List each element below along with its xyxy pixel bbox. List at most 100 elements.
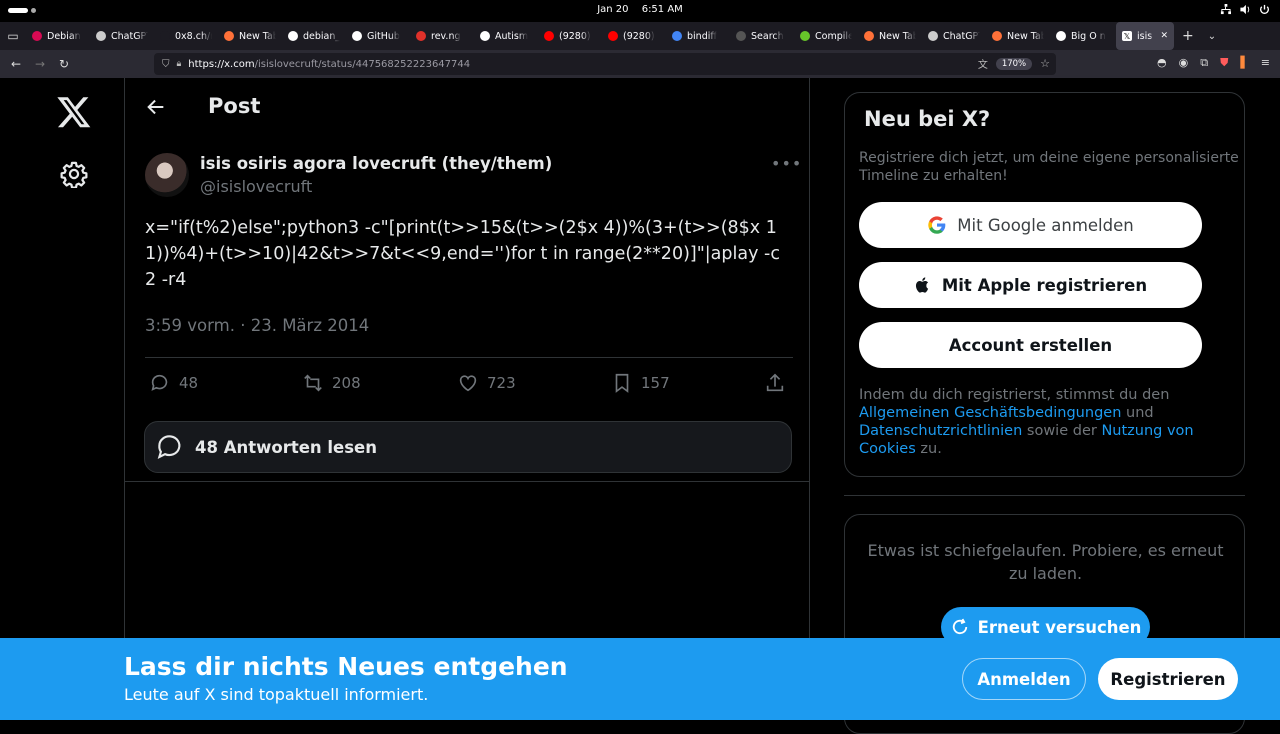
repost-count: 208 bbox=[332, 374, 361, 392]
tab-label: New Tab bbox=[879, 30, 916, 42]
share-button[interactable] bbox=[764, 372, 786, 394]
toolbar-extensions: ◓ ◉ ⧉ ⛊ ▌ ≡ bbox=[1157, 56, 1270, 70]
tweet-timestamp[interactable]: 3:59 vorm. · 23. März 2014 bbox=[145, 316, 369, 335]
menu-icon[interactable]: ≡ bbox=[1261, 56, 1270, 70]
tab-0[interactable]: Debian bbox=[26, 22, 90, 50]
signup-panel: Neu bei X? Registriere dich jetzt, um de… bbox=[844, 92, 1245, 477]
create-account-button[interactable]: Account erstellen bbox=[859, 322, 1202, 368]
youtube-icon bbox=[544, 31, 554, 41]
privacy-link[interactable]: Datenschutzrichtlinien bbox=[859, 423, 1022, 439]
author-name[interactable]: isis osiris agora lovecruft (they/them) bbox=[200, 154, 552, 173]
tab-11[interactable]: Search bbox=[730, 22, 794, 50]
clock-date: Jan 20 bbox=[597, 4, 629, 15]
tab-6[interactable]: rev.ng bbox=[410, 22, 474, 50]
terms-link[interactable]: Allgemeinen Geschäftsbedingungen bbox=[859, 405, 1121, 421]
ublock-icon[interactable]: ⛊ bbox=[1220, 56, 1228, 70]
tab-7[interactable]: Autism bbox=[474, 22, 538, 50]
divider bbox=[844, 495, 1245, 496]
tab-4[interactable]: debian_ bbox=[282, 22, 346, 50]
tab-overview-icon[interactable]: ▭ bbox=[0, 29, 26, 43]
left-navigation bbox=[0, 78, 124, 720]
signup-subtitle: Registriere dich jetzt, um deine eigene … bbox=[859, 150, 1239, 184]
tab-list-chevron-icon[interactable]: ⌄ bbox=[1208, 31, 1216, 42]
url-bar[interactable]: ⛉ 🔒︎ https://x.com/isislovecruft/status/… bbox=[154, 53, 1056, 75]
back-nav-icon[interactable]: ← bbox=[4, 57, 28, 71]
tab-12[interactable]: Compiler bbox=[794, 22, 858, 50]
reload-icon[interactable]: ↻ bbox=[52, 57, 76, 71]
tab-label: rev.ng bbox=[431, 30, 461, 42]
tab-15[interactable]: New Tab bbox=[986, 22, 1050, 50]
bookmark-star-icon[interactable]: ☆ bbox=[1040, 57, 1050, 70]
compiler-icon bbox=[800, 31, 810, 41]
tab-8[interactable]: (9280) bbox=[538, 22, 602, 50]
banner-title: Lass dir nichts Neues entgehen bbox=[124, 652, 568, 681]
clock-time: 6:51 AM bbox=[641, 4, 683, 15]
tab-1[interactable]: ChatGPT bbox=[90, 22, 154, 50]
divider bbox=[125, 481, 809, 482]
like-button[interactable]: 723 bbox=[457, 372, 516, 394]
translate-icon[interactable]: 文 bbox=[978, 56, 988, 71]
bookmark-button[interactable]: 157 bbox=[611, 372, 670, 394]
firefox-icon bbox=[992, 31, 1002, 41]
volume-icon bbox=[1240, 4, 1250, 15]
extensions-icon[interactable]: ⧉ bbox=[1200, 56, 1208, 70]
blank-icon bbox=[160, 31, 170, 41]
repost-button[interactable]: 208 bbox=[302, 372, 361, 394]
register-button[interactable]: Registrieren bbox=[1098, 658, 1238, 700]
tab-13[interactable]: New Tab bbox=[858, 22, 922, 50]
login-button[interactable]: Anmelden bbox=[962, 658, 1086, 700]
tab-14[interactable]: ChatGPT bbox=[922, 22, 986, 50]
url-text[interactable]: https://x.com/isislovecruft/status/44756… bbox=[188, 59, 470, 70]
extension-flag-icon[interactable]: ▌ bbox=[1240, 56, 1248, 70]
retry-label: Erneut versuchen bbox=[977, 617, 1142, 637]
site-info-icon[interactable]: ⛉ bbox=[162, 59, 170, 70]
google-signin-button[interactable]: Mit Google anmelden bbox=[859, 202, 1202, 248]
avatar[interactable] bbox=[145, 153, 189, 197]
new-tab-icon[interactable]: + bbox=[1182, 28, 1194, 44]
reply-count: 48 bbox=[179, 374, 199, 392]
system-tray[interactable] bbox=[1220, 4, 1270, 15]
clock[interactable]: Jan 20 6:51 AM bbox=[0, 4, 1280, 15]
settings-gear-icon[interactable] bbox=[60, 160, 88, 188]
tab-9[interactable]: (9280) bbox=[602, 22, 666, 50]
power-icon bbox=[1259, 4, 1270, 14]
tab-label: bindiff bbox=[687, 30, 717, 42]
tab-active[interactable]: 𝕏 isis o ✕ bbox=[1116, 22, 1174, 50]
x-icon: 𝕏 bbox=[1122, 31, 1132, 41]
url-host: https://x.com bbox=[188, 58, 255, 70]
forward-nav-icon[interactable]: → bbox=[28, 57, 52, 71]
browser-tab-strip: ▭ Debian ChatGPT 0x8.ch/rot13 New Tab debian… bbox=[0, 22, 1280, 50]
star-icon bbox=[480, 31, 490, 41]
zoom-badge[interactable]: 170% bbox=[995, 57, 1033, 70]
tab-label: isis o bbox=[1137, 30, 1155, 42]
tab-3[interactable]: New Tab bbox=[218, 22, 282, 50]
signup-banner: Lass dir nichts Neues entgehen Leute auf… bbox=[0, 638, 1280, 720]
tab-16[interactable]: Big O n bbox=[1050, 22, 1114, 50]
github-icon bbox=[288, 31, 298, 41]
tab-5[interactable]: GitHub bbox=[346, 22, 410, 50]
pocket-icon[interactable]: ◓ bbox=[1157, 56, 1167, 70]
bookmark-count: 157 bbox=[641, 374, 670, 392]
google-icon bbox=[672, 31, 682, 41]
network-icon bbox=[1220, 4, 1231, 15]
tab-label: (9280) bbox=[559, 30, 591, 42]
tweet-actions: 48 208 723 157 bbox=[145, 372, 793, 398]
apple-signup-button[interactable]: Mit Apple registrieren bbox=[859, 262, 1202, 308]
tab-label: ChatGPT bbox=[111, 30, 148, 42]
tab-2[interactable]: 0x8.ch/rot13 bbox=[154, 22, 218, 50]
account-icon[interactable]: ◉ bbox=[1179, 56, 1189, 70]
tab-label: GitHub bbox=[367, 30, 400, 42]
openai-icon bbox=[928, 31, 938, 41]
apple-signup-label: Mit Apple registrieren bbox=[941, 275, 1148, 295]
x-logo-icon[interactable] bbox=[56, 94, 92, 130]
tab-10[interactable]: bindiff bbox=[666, 22, 730, 50]
read-replies-button[interactable]: 48 Antworten lesen bbox=[144, 421, 792, 473]
author-handle[interactable]: @isislovecruft bbox=[200, 177, 312, 196]
back-arrow-icon[interactable] bbox=[145, 96, 167, 118]
divider bbox=[145, 357, 793, 358]
close-tab-icon[interactable]: ✕ bbox=[1160, 31, 1168, 41]
more-options-icon[interactable]: ••• bbox=[771, 154, 802, 173]
lock-icon[interactable]: 🔒︎ bbox=[177, 59, 182, 69]
url-bar-actions: 文 170% ☆ bbox=[978, 56, 1050, 71]
reply-button[interactable]: 48 bbox=[149, 372, 198, 394]
